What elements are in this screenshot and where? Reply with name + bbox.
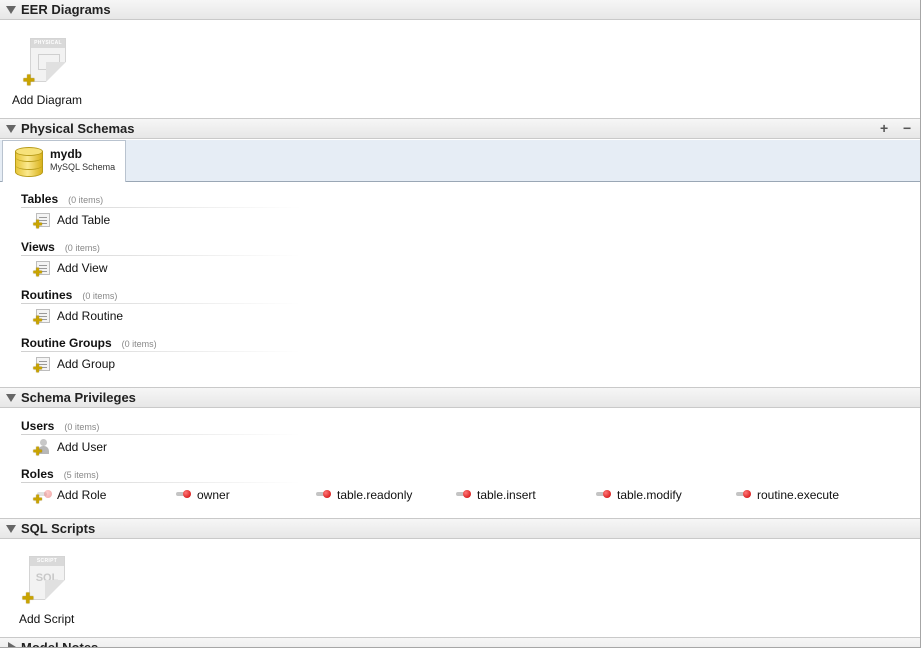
schema-subtitle: MySQL Schema [50, 162, 116, 172]
role-label: owner [197, 488, 230, 502]
role-key-icon [596, 489, 614, 499]
page-fold-icon [45, 580, 65, 600]
group-title-text: Routines [21, 288, 73, 302]
schema-tab-mydb[interactable]: mydb MySQL Schema [2, 140, 126, 182]
section-title: Model Notes [21, 640, 99, 648]
plus-badge-icon: ✚ [33, 219, 43, 231]
role-item-table-insert[interactable]: table.insert [456, 487, 576, 505]
role-label: table.insert [477, 488, 536, 502]
section-eer-diagrams[interactable]: EER Diagrams [0, 0, 920, 20]
section-schema-privileges[interactable]: Schema Privileges [0, 387, 920, 408]
disclosure-triangle-icon[interactable] [6, 394, 16, 402]
role-label: routine.execute [757, 488, 840, 502]
group-title-text: Roles [21, 467, 54, 481]
page-fold-icon [46, 62, 66, 82]
group-roles-title: Roles (5 items) [21, 467, 99, 481]
disclosure-triangle-icon[interactable] [6, 525, 16, 533]
add-group-label: Add Group [57, 357, 116, 371]
plus-badge-icon: ✚ [33, 363, 43, 375]
add-user-label: Add User [57, 440, 108, 454]
plus-badge-icon: ✚ [33, 446, 43, 458]
add-script-label: Add Script [19, 612, 75, 626]
group-title-text: Routine Groups [21, 336, 112, 350]
schema-name: mydb [50, 147, 83, 161]
schema-tab-strip [0, 140, 920, 182]
group-divider [21, 434, 301, 435]
group-routine-groups-title: Routine Groups (0 items) [21, 336, 157, 350]
add-role-button[interactable]: ✚ Add Role [33, 487, 123, 506]
group-routines-title: Routines (0 items) [21, 288, 117, 302]
add-table-button[interactable]: ✚ Add Table [33, 212, 123, 231]
group-divider [21, 255, 301, 256]
role-key-icon [736, 489, 754, 499]
model-overview: EER Diagrams PHYSICAL ✚ Add Diagram Phys… [0, 0, 921, 648]
group-count: (0 items) [64, 243, 100, 253]
role-key-icon [456, 489, 474, 499]
role-item-owner[interactable]: owner [176, 487, 296, 505]
add-routine-label: Add Routine [57, 309, 124, 323]
add-role-label: Add Role [57, 488, 107, 502]
section-title: SQL Scripts [21, 521, 96, 536]
plus-badge-icon: ✚ [33, 267, 43, 279]
add-view-button[interactable]: ✚ Add View [33, 260, 123, 279]
group-count: (0 items) [64, 422, 100, 432]
group-divider [21, 482, 301, 483]
plus-badge-icon: ✚ [33, 315, 43, 327]
group-count: (0 items) [121, 339, 157, 349]
add-table-label: Add Table [57, 213, 111, 227]
database-icon [15, 147, 43, 179]
disclosure-triangle-icon[interactable] [6, 125, 16, 133]
add-view-label: Add View [57, 261, 108, 275]
group-users-title: Users (0 items) [21, 419, 99, 433]
section-title: Physical Schemas [21, 121, 135, 136]
group-divider [21, 303, 301, 304]
role-label: table.modify [617, 488, 682, 502]
plus-badge-icon: ✚ [33, 494, 43, 506]
section-title: EER Diagrams [21, 2, 111, 17]
sql-script-page-icon: SCRIPT SQL [29, 556, 65, 600]
group-title-text: Users [21, 419, 55, 433]
add-diagram-button[interactable]: PHYSICAL ✚ Add Diagram [8, 36, 88, 108]
role-label: table.readonly [337, 488, 413, 502]
group-count: (0 items) [82, 291, 118, 301]
diagram-page-icon: PHYSICAL [30, 38, 66, 82]
section-physical-schemas[interactable]: Physical Schemas + − [0, 118, 920, 139]
disclosure-triangle-icon[interactable] [8, 642, 21, 647]
section-title: Schema Privileges [21, 390, 136, 405]
section-sql-scripts[interactable]: SQL Scripts [0, 518, 920, 539]
remove-schema-button[interactable]: − [903, 120, 911, 136]
group-views-title: Views (0 items) [21, 240, 100, 254]
role-item-table-modify[interactable]: table.modify [596, 487, 716, 505]
group-tables-title: Tables (0 items) [21, 192, 103, 206]
add-routine-button[interactable]: ✚ Add Routine [33, 308, 133, 327]
icon-band-label: PHYSICAL [31, 39, 65, 48]
add-diagram-label: Add Diagram [12, 93, 83, 107]
add-user-button[interactable]: ✚ Add User [33, 439, 123, 458]
group-divider [21, 351, 301, 352]
role-key-icon [176, 489, 194, 499]
group-count: (5 items) [63, 470, 99, 480]
icon-band-label: SCRIPT [30, 557, 64, 566]
disclosure-triangle-icon[interactable] [6, 6, 16, 14]
group-title-text: Views [21, 240, 55, 254]
plus-badge-icon: ✚ [22, 590, 34, 606]
role-item-table-readonly[interactable]: table.readonly [316, 487, 436, 505]
group-count: (0 items) [68, 195, 104, 205]
add-script-button[interactable]: SCRIPT SQL ✚ Add Script [10, 554, 90, 626]
plus-badge-icon: ✚ [23, 72, 35, 88]
add-schema-button[interactable]: + [880, 120, 888, 136]
role-item-routine-execute[interactable]: routine.execute [736, 487, 856, 505]
role-key-icon [316, 489, 334, 499]
add-group-button[interactable]: ✚ Add Group [33, 356, 123, 375]
section-model-notes[interactable]: Model Notes [0, 637, 920, 648]
group-divider [21, 207, 301, 208]
group-title-text: Tables [21, 192, 59, 206]
